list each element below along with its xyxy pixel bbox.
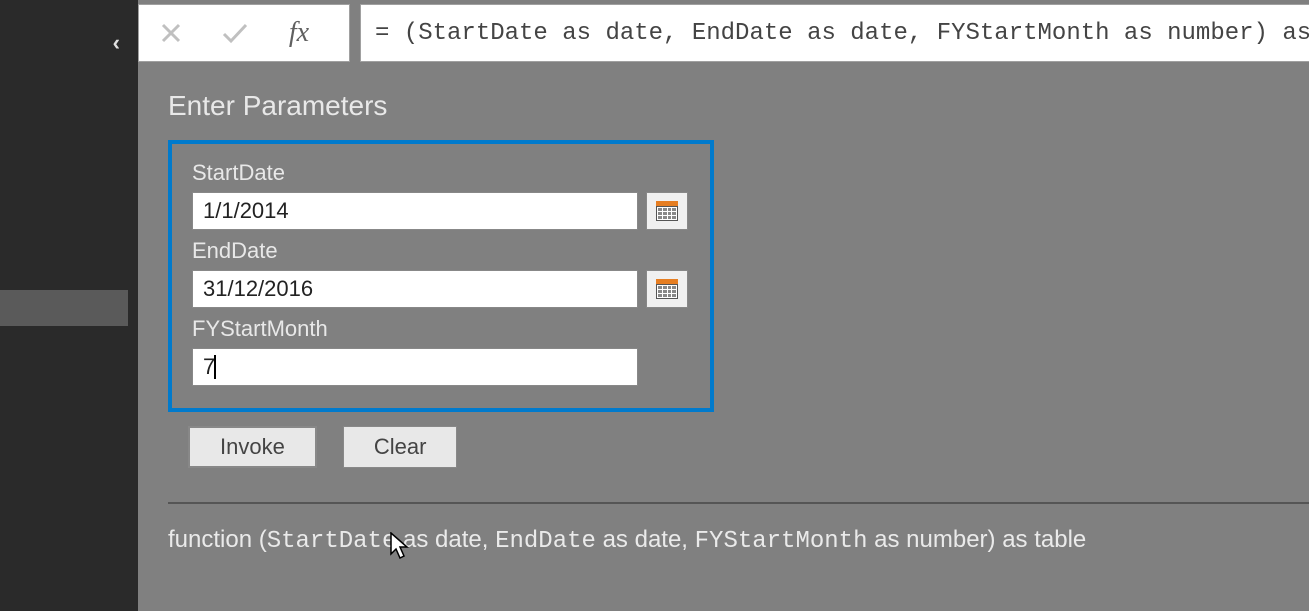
left-sidebar: ‹ — [0, 0, 138, 611]
calendar-icon — [656, 279, 678, 299]
startdate-row — [192, 192, 690, 230]
startdate-input[interactable] — [192, 192, 638, 230]
startdate-datepicker-button[interactable] — [646, 192, 688, 230]
clear-button[interactable]: Clear — [343, 426, 458, 468]
enddate-label: EndDate — [192, 238, 690, 264]
content-area: Enter Parameters StartDate EndDat — [138, 64, 1309, 611]
sig-prefix: function ( — [168, 526, 267, 553]
main-area: fx = (StartDate as date, EndDate as date… — [138, 0, 1309, 611]
fx-icon[interactable]: fx — [267, 5, 331, 61]
sig-param-startdate: StartDate — [267, 528, 397, 555]
sig-asdate1: as date, — [396, 526, 495, 553]
sig-asnumber: as number) as table — [867, 526, 1086, 553]
collapse-sidebar-icon[interactable]: ‹ — [113, 30, 120, 56]
fystartmonth-label: FYStartMonth — [192, 316, 690, 342]
function-signature: function (StartDate as date, EndDate as … — [168, 504, 1309, 555]
cancel-formula-icon[interactable] — [139, 5, 203, 61]
invoke-button[interactable]: Invoke — [188, 426, 317, 468]
parameters-box: StartDate EndDate — [168, 140, 714, 412]
enddate-datepicker-button[interactable] — [646, 270, 688, 308]
fystartmonth-row: 7 — [192, 348, 690, 386]
formula-bar: fx = (StartDate as date, EndDate as date… — [138, 0, 1309, 64]
calendar-icon — [656, 201, 678, 221]
startdate-label: StartDate — [192, 160, 690, 186]
sig-param-fystartmonth: FYStartMonth — [695, 528, 868, 555]
formula-text[interactable]: = (StartDate as date, EndDate as date, F… — [375, 20, 1309, 47]
enddate-input[interactable] — [192, 270, 638, 308]
sig-asdate2: as date, — [596, 526, 695, 553]
action-buttons-row: Invoke Clear — [188, 426, 1309, 468]
sig-param-enddate: EndDate — [495, 528, 596, 555]
confirm-formula-icon[interactable] — [203, 5, 267, 61]
sidebar-active-item[interactable] — [0, 290, 128, 326]
enter-parameters-title: Enter Parameters — [168, 90, 1309, 122]
enddate-row — [192, 270, 690, 308]
fystartmonth-input[interactable]: 7 — [192, 348, 638, 386]
formula-bar-controls: fx — [138, 4, 350, 62]
formula-input-wrap[interactable]: = (StartDate as date, EndDate as date, F… — [360, 4, 1309, 62]
